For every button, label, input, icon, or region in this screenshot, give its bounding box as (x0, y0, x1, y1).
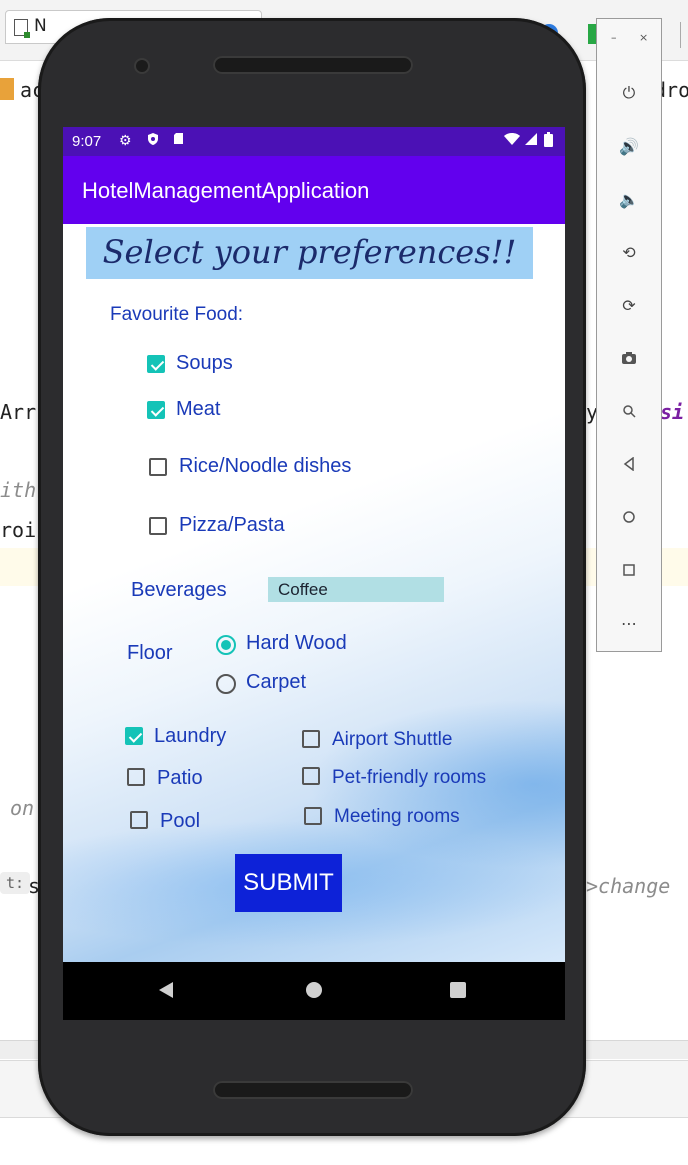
food-option-label: Soups (176, 352, 233, 374)
beverages-spinner[interactable]: Coffee (268, 577, 444, 602)
wifi-icon (503, 132, 521, 149)
floor-label: Floor (127, 642, 173, 664)
sd-card-icon (173, 132, 184, 148)
bottom-speaker (213, 1081, 413, 1099)
amenity-option-label: Meeting rooms (334, 806, 460, 827)
shield-icon (147, 132, 159, 149)
overview-icon[interactable] (613, 554, 645, 586)
phone-screen: 9:07 ⚙ HotelManagementApplication Select… (63, 127, 565, 1020)
ide-code-comment: on (10, 796, 35, 820)
ide-code-fragment: si (660, 400, 685, 424)
checkbox-unchecked-icon[interactable] (302, 767, 320, 785)
preferences-form: Select your preferences!! Favourite Food… (63, 224, 565, 962)
close-button[interactable]: × (639, 31, 648, 44)
checkbox-unchecked-icon[interactable] (302, 730, 320, 748)
top-speaker (213, 56, 413, 74)
minimize-button[interactable]: – (611, 31, 617, 44)
submit-button[interactable]: SUBMIT (235, 854, 342, 912)
nav-back-icon[interactable] (158, 980, 174, 1004)
radio-unselected-icon[interactable] (216, 674, 236, 694)
favourite-food-label: Favourite Food: (110, 304, 244, 325)
ide-code-fragment: Arr (0, 400, 37, 424)
preferences-banner: Select your preferences!! (86, 227, 533, 279)
checkbox-unchecked-icon[interactable] (149, 517, 167, 535)
nav-home-icon[interactable] (305, 980, 323, 1004)
status-bar: 9:07 ⚙ (63, 127, 565, 156)
ide-project-icon (0, 78, 14, 100)
app-bar: HotelManagementApplication (63, 156, 565, 224)
checkbox-checked-icon[interactable] (147, 355, 165, 373)
floor-option-label: Carpet (246, 671, 307, 693)
settings-icon: ⚙ (119, 132, 132, 148)
zoom-icon[interactable] (613, 395, 645, 427)
checkbox-checked-icon[interactable] (147, 401, 165, 419)
back-icon[interactable] (613, 448, 645, 480)
checkbox-unchecked-icon[interactable] (304, 807, 322, 825)
system-navigation-bar (63, 962, 565, 1020)
food-option-label: Rice/Noodle dishes (179, 455, 352, 477)
emulator-toolbar-header: – × (597, 19, 661, 59)
checkbox-unchecked-icon[interactable] (130, 811, 148, 829)
ide-tab-title: N (34, 16, 47, 36)
ide-parameter-hint: t: (0, 872, 31, 894)
rotate-left-icon[interactable]: ⟲ (613, 236, 645, 268)
ide-separator (680, 22, 681, 48)
camera-icon[interactable] (613, 342, 645, 374)
battery-icon (544, 132, 553, 150)
banner-text: Select your preferences!! (102, 233, 517, 271)
checkbox-checked-icon[interactable] (125, 727, 143, 745)
amenity-option-label: Pool (160, 810, 201, 832)
amenity-option-label: Airport Shuttle (332, 729, 453, 750)
rotate-right-icon[interactable]: ⟳ (613, 289, 645, 321)
checkbox-unchecked-icon[interactable] (127, 768, 145, 786)
radio-selected-icon[interactable] (216, 635, 236, 655)
ide-code-fragment: roi (0, 518, 37, 542)
home-icon[interactable] (613, 501, 645, 533)
ide-tray-icon-green (588, 24, 596, 44)
food-option-label: Meat (176, 398, 221, 420)
power-icon[interactable]: ⏻ (613, 77, 645, 109)
emulator-toolbar: – × ⏻ 🔊 🔈 ⟲ ⟳ ⋯ (596, 18, 662, 652)
app-title: HotelManagementApplication (82, 178, 370, 203)
amenity-option-label: Laundry (154, 725, 227, 747)
status-time: 9:07 (72, 133, 102, 150)
file-icon (14, 19, 30, 38)
floor-option-label: Hard Wood (246, 632, 347, 654)
amenity-option-label: Pet-friendly rooms (332, 767, 487, 788)
nav-overview-icon[interactable] (449, 980, 467, 1004)
cellular-signal-icon (524, 132, 538, 149)
amenity-option-label: Patio (157, 767, 203, 789)
checkbox-unchecked-icon[interactable] (149, 458, 167, 476)
volume-up-icon[interactable]: 🔊 (613, 130, 645, 162)
volume-down-icon[interactable]: 🔈 (613, 183, 645, 215)
front-camera (136, 60, 148, 72)
ide-code-comment: ith (0, 478, 37, 502)
beverages-label: Beverages (131, 579, 227, 601)
more-icon[interactable]: ⋯ (613, 607, 645, 639)
ide-code-comment: >change (586, 874, 671, 898)
beverages-selected-value: Coffee (278, 580, 328, 599)
food-option-label: Pizza/Pasta (179, 514, 285, 536)
